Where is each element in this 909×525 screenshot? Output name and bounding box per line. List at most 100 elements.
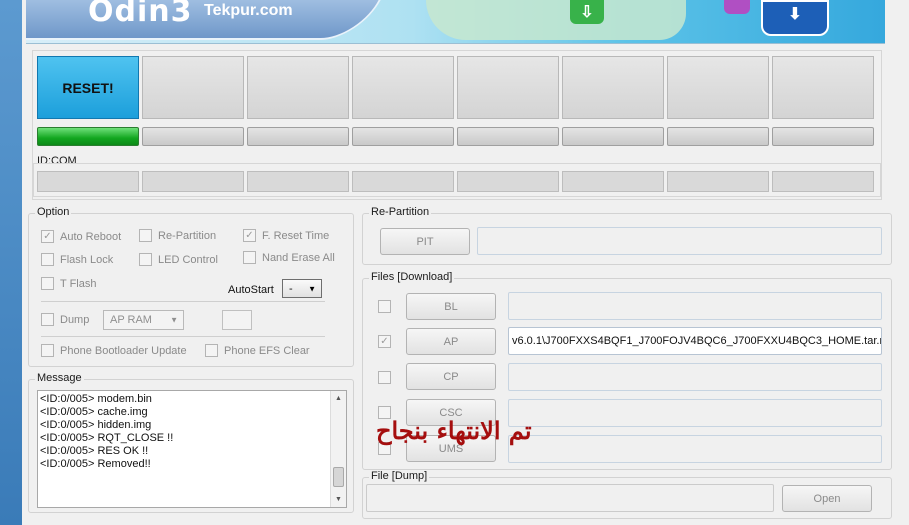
message-group: Message <ID:0/005> modem.bin <ID:0/005> c… (28, 372, 354, 513)
port-slot (457, 56, 559, 119)
scroll-down-icon[interactable]: ▼ (331, 492, 346, 507)
message-log[interactable]: <ID:0/005> modem.bin <ID:0/005> cache.img… (37, 390, 347, 508)
ums-path-field[interactable] (508, 435, 882, 463)
bl-button[interactable]: BL (406, 293, 496, 320)
ap-checkbox[interactable]: ✓ (378, 335, 391, 348)
phone-download-icon: ⬇ (761, 0, 829, 36)
dump-path-field[interactable] (366, 484, 774, 512)
re-partition-title: Re-Partition (369, 206, 432, 218)
idcom-slot (667, 171, 769, 192)
idcom-slot (142, 171, 244, 192)
option-divider (41, 336, 325, 337)
autostart-label: AutoStart (228, 284, 274, 296)
idcom-slot (247, 171, 349, 192)
port-row: RESET! (37, 56, 874, 119)
dump-select[interactable]: AP RAM ▼ (103, 310, 184, 330)
success-overlay-text: تم الانتهاء بنجاح (376, 416, 532, 445)
option-title: Option (35, 206, 72, 218)
device-icon (724, 0, 750, 14)
pit-button[interactable]: PIT (380, 228, 470, 255)
port-slot (352, 56, 454, 119)
progress-bar (772, 127, 874, 146)
reset-button[interactable]: RESET! (37, 56, 139, 119)
flash-lock-checkbox[interactable] (41, 253, 54, 266)
f-reset-time-label: F. Reset Time (262, 229, 330, 242)
cp-button[interactable]: CP (406, 363, 496, 390)
port-slot (142, 56, 244, 119)
idcom-slot (772, 171, 874, 192)
flash-lock-option[interactable]: Flash Lock (41, 253, 113, 266)
auto-reboot-option[interactable]: ✓ Auto Reboot (41, 230, 121, 243)
ports-panel: RESET! ID:COM (32, 50, 882, 200)
re-partition-checkbox[interactable] (139, 229, 152, 242)
cp-checkbox[interactable] (378, 371, 391, 384)
progress-bar (667, 127, 769, 146)
t-flash-checkbox[interactable] (41, 277, 54, 290)
idcom-slot (352, 171, 454, 192)
re-partition-group: Re-Partition PIT (362, 206, 892, 265)
file-dump-title: File [Dump] (369, 470, 430, 482)
ap-button[interactable]: AP (406, 328, 496, 355)
t-flash-option[interactable]: T Flash (41, 277, 96, 290)
f-reset-time-checkbox[interactable]: ✓ (243, 229, 256, 242)
message-line: <ID:0/005> RES OK !! (40, 445, 149, 457)
auto-reboot-checkbox[interactable]: ✓ (41, 230, 54, 243)
pit-path-field[interactable] (477, 227, 882, 255)
progress-bar (457, 127, 559, 146)
idcom-slot (457, 171, 559, 192)
open-label: Open (813, 492, 841, 505)
dump-option[interactable]: Dump (41, 313, 89, 326)
progress-bar-complete (37, 127, 139, 146)
chevron-down-icon: ▼ (308, 284, 316, 293)
led-control-option[interactable]: LED Control (139, 253, 218, 266)
dump-id-field[interactable] (222, 310, 252, 330)
cp-label: CP (443, 370, 459, 383)
phone-efs-checkbox[interactable] (205, 344, 218, 357)
f-reset-time-option[interactable]: ✓ F. Reset Time (243, 229, 329, 242)
led-control-checkbox[interactable] (139, 253, 152, 266)
phone-bootloader-option[interactable]: Phone Bootloader Update (41, 344, 187, 357)
nand-erase-option[interactable]: Nand Erase All (243, 251, 335, 264)
progress-bar (352, 127, 454, 146)
message-lines: <ID:0/005> modem.bin <ID:0/005> cache.img… (38, 391, 346, 471)
autostart-select[interactable]: - ▼ (282, 279, 322, 298)
message-line: <ID:0/005> hidden.img (40, 419, 152, 431)
header-banner: Odin3 Tekpur.com ⇩ ⬇ (26, 0, 885, 44)
file-dump-group: File [Dump] Open (362, 470, 892, 519)
dump-select-value: AP RAM (110, 314, 152, 326)
re-partition-option[interactable]: Re-Partition (139, 229, 216, 242)
port-slot (562, 56, 664, 119)
message-title: Message (35, 372, 84, 384)
cp-path-field[interactable] (508, 363, 882, 391)
progress-bar (247, 127, 349, 146)
led-control-label: LED Control (158, 253, 218, 266)
phone-efs-label: Phone EFS Clear (224, 344, 310, 357)
reset-label: RESET! (62, 79, 114, 96)
bl-path-field[interactable] (508, 292, 882, 320)
dump-label: Dump (60, 313, 90, 326)
message-line: <ID:0/005> modem.bin (40, 393, 152, 405)
banner-map-graphic (426, 0, 686, 40)
idcom-slot (37, 171, 139, 192)
bl-checkbox[interactable] (378, 300, 391, 313)
flash-lock-label: Flash Lock (60, 253, 114, 266)
port-slot (667, 56, 769, 119)
message-scrollbar[interactable]: ▲ ▼ (330, 391, 346, 507)
csc-path-field[interactable] (508, 399, 882, 427)
scroll-thumb[interactable] (333, 467, 344, 487)
open-button[interactable]: Open (782, 485, 872, 512)
idcom-slot (562, 171, 664, 192)
nand-erase-checkbox[interactable] (243, 251, 256, 264)
t-flash-label: T Flash (60, 277, 97, 290)
phone-efs-option[interactable]: Phone EFS Clear (205, 344, 310, 357)
autostart-value: - (289, 282, 293, 295)
nand-erase-label: Nand Erase All (262, 251, 335, 264)
ap-path-field[interactable]: v6.0.1\J700FXXS4BQF1_J700FOJV4BQC6_J700F… (508, 327, 882, 355)
progress-row (37, 127, 874, 146)
bl-label: BL (444, 300, 458, 313)
ap-path-value: v6.0.1\J700FXXS4BQF1_J700FOJV4BQC6_J700F… (512, 335, 882, 347)
phone-bootloader-checkbox[interactable] (41, 344, 54, 357)
re-partition-label: Re-Partition (158, 229, 217, 242)
scroll-up-icon[interactable]: ▲ (331, 391, 346, 406)
dump-checkbox[interactable] (41, 313, 54, 326)
